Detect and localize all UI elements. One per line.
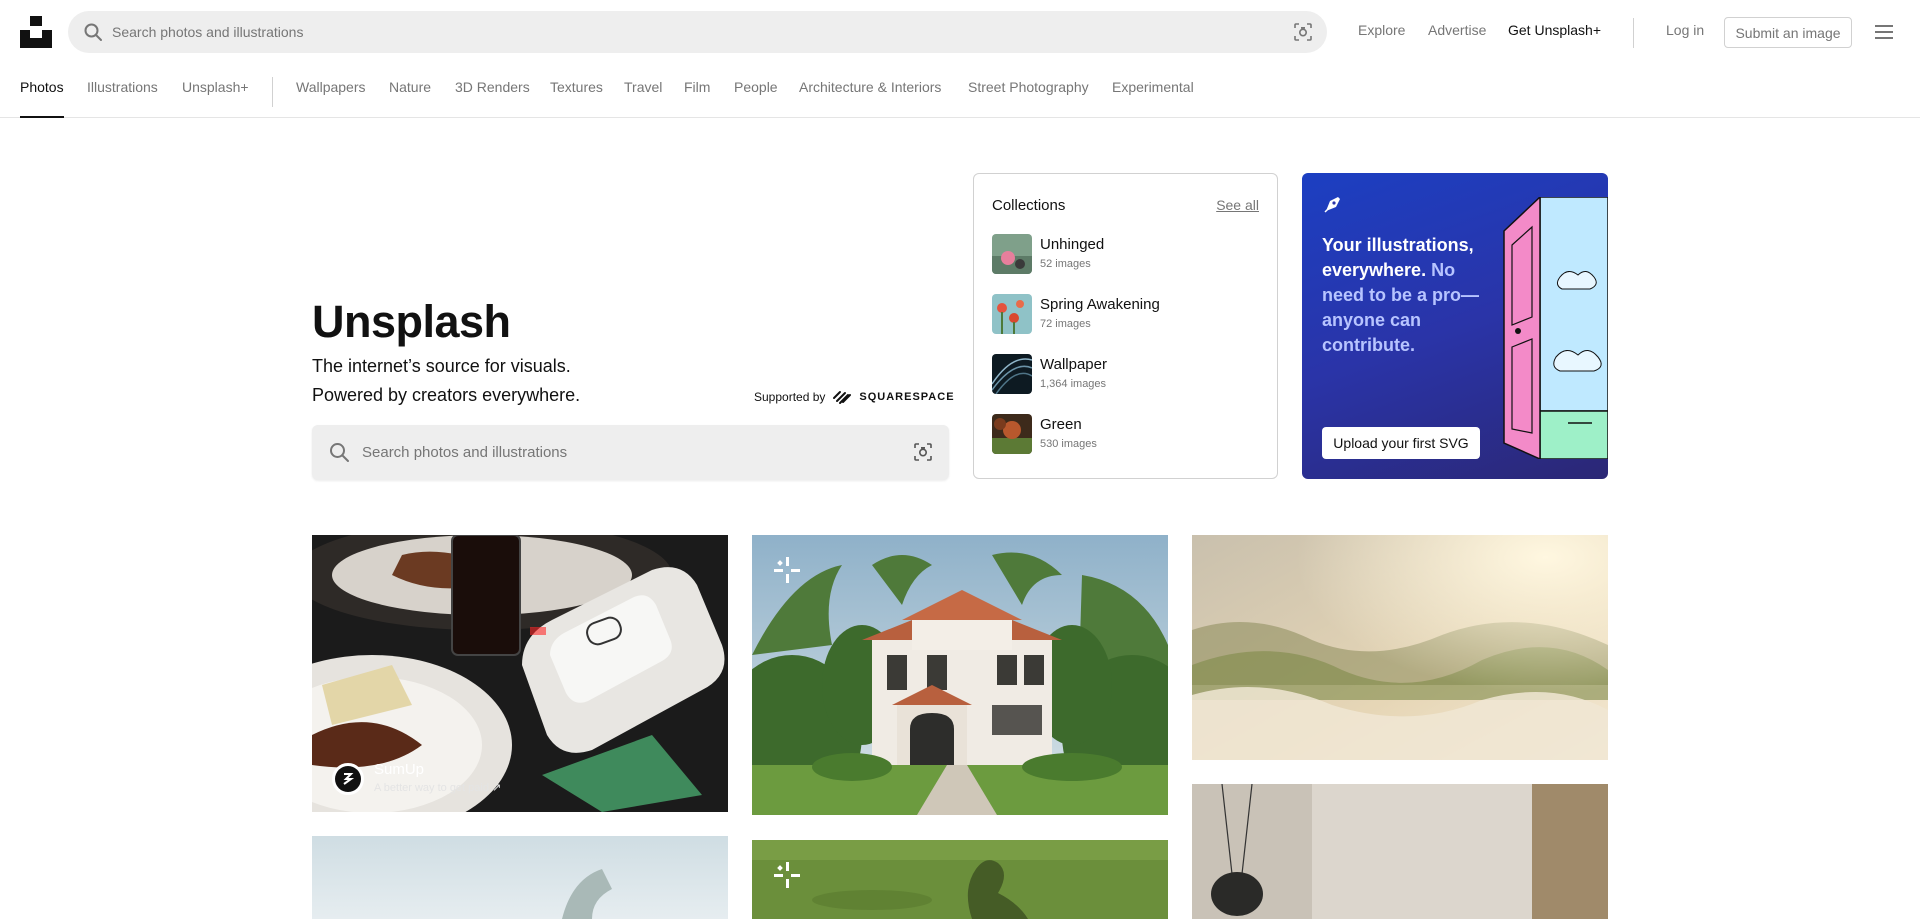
supported-by-label: Supported by — [754, 390, 826, 404]
category-nav: Photos Illustrations Unsplash+ Wallpaper… — [0, 64, 1920, 118]
photo-image — [752, 535, 1168, 815]
photo-image — [752, 840, 1168, 919]
collection-thumbnail — [992, 414, 1032, 454]
door-illustration-icon — [1503, 197, 1608, 459]
unsplash-logo-icon[interactable] — [20, 16, 52, 48]
visual-search-icon[interactable] — [913, 442, 933, 462]
photo-interior-plant[interactable] — [1192, 784, 1608, 919]
sponsor-name[interactable]: SumUp — [374, 761, 424, 778]
search-icon[interactable] — [83, 22, 103, 42]
top-search-bar[interactable] — [68, 11, 1327, 53]
unsplash-plus-icon[interactable] — [772, 555, 802, 585]
collection-item-unhinged[interactable]: Unhinged 52 images — [992, 234, 1262, 276]
photo-image — [1192, 535, 1608, 760]
login-link[interactable]: Log in — [1666, 22, 1704, 38]
nav-get-unsplash-plus-link[interactable]: Get Unsplash+ — [1508, 22, 1601, 38]
photo-image — [1192, 784, 1608, 919]
nav-advertise-link[interactable]: Advertise — [1428, 22, 1486, 38]
submit-image-button[interactable]: Submit an image — [1724, 17, 1852, 48]
collection-count: 52 images — [1040, 258, 1091, 270]
collections-card: Collections See all Unhinged 52 images S… — [973, 173, 1278, 479]
collection-item-green[interactable]: Green 530 images — [992, 414, 1262, 456]
hero-search-bar[interactable] — [312, 425, 949, 480]
top-header: Explore Advertise Get Unsplash+ Log in S… — [0, 0, 1920, 64]
collection-name: Spring Awakening — [1040, 296, 1160, 313]
collection-thumbnail — [992, 234, 1032, 274]
collection-count: 72 images — [1040, 318, 1091, 330]
sumup-logo-icon — [335, 766, 361, 792]
tab-film[interactable]: Film — [684, 79, 710, 118]
nav-explore-link[interactable]: Explore — [1358, 22, 1405, 38]
hero-tagline-line2: Powered by creators everywhere. — [312, 385, 581, 405]
collection-count: 530 images — [1040, 438, 1097, 450]
tab-street-photography[interactable]: Street Photography — [968, 79, 1089, 118]
tab-textures[interactable]: Textures — [550, 79, 603, 118]
collection-name: Wallpaper — [1040, 356, 1107, 373]
squarespace-logo-icon — [833, 391, 852, 404]
top-search-input[interactable] — [112, 11, 1252, 53]
photo-sky[interactable] — [312, 836, 728, 919]
tab-experimental[interactable]: Experimental — [1112, 79, 1194, 118]
photo-image — [312, 836, 728, 919]
collection-name: Green — [1040, 416, 1082, 433]
collections-see-all-link[interactable]: See all — [1216, 197, 1259, 213]
tab-architecture-interiors[interactable]: Architecture & Interiors — [799, 79, 941, 118]
photo-sponsored-sumup[interactable]: SumUp A better way to get paid ↗ — [312, 535, 728, 812]
tab-unsplash-plus[interactable]: Unsplash+ — [182, 79, 249, 118]
collection-item-spring-awakening[interactable]: Spring Awakening 72 images — [992, 294, 1262, 336]
tab-photos[interactable]: Photos — [20, 79, 64, 118]
unsplash-plus-icon[interactable] — [772, 860, 802, 890]
tab-people[interactable]: People — [734, 79, 778, 118]
supported-by[interactable]: Supported by SQUARESPACE — [754, 389, 955, 405]
search-icon[interactable] — [328, 441, 350, 463]
collection-thumbnail — [992, 354, 1032, 394]
tab-travel[interactable]: Travel — [624, 79, 662, 118]
squarespace-wordmark: SQUARESPACE — [859, 391, 955, 403]
photo-grass-shadow[interactable] — [752, 840, 1168, 919]
collection-name: Unhinged — [1040, 236, 1105, 253]
upload-svg-button[interactable]: Upload your first SVG — [1322, 427, 1480, 459]
tab-illustrations[interactable]: Illustrations — [87, 79, 158, 118]
visual-search-icon[interactable] — [1293, 22, 1313, 42]
sponsor-avatar[interactable] — [332, 763, 364, 795]
hero-search-input[interactable] — [362, 425, 882, 480]
header-divider — [1633, 18, 1634, 48]
collection-count: 1,364 images — [1040, 378, 1107, 390]
collection-thumbnail — [992, 294, 1032, 334]
category-divider — [272, 77, 273, 107]
pen-nib-icon — [1324, 197, 1340, 213]
hamburger-menu-icon[interactable] — [1873, 22, 1895, 42]
tab-wallpapers[interactable]: Wallpapers — [296, 79, 366, 118]
promo-text: Your illustrations, everywhere. No need … — [1322, 233, 1487, 358]
sponsor-info[interactable]: SumUp A better way to get paid ↗ — [332, 761, 501, 795]
sponsor-tagline[interactable]: A better way to get paid ↗ — [374, 781, 501, 794]
tab-3d-renders[interactable]: 3D Renders — [455, 79, 530, 118]
illustrations-promo-card: Your illustrations, everywhere. No need … — [1302, 173, 1608, 479]
collections-title: Collections — [992, 197, 1066, 214]
tab-nature[interactable]: Nature — [389, 79, 431, 118]
hero-tagline-line1: The internet’s source for visuals. — [312, 356, 571, 376]
hero-title: Unsplash — [312, 296, 511, 347]
photo-misty-hills[interactable] — [1192, 535, 1608, 760]
photo-villa[interactable] — [752, 535, 1168, 815]
collection-item-wallpaper[interactable]: Wallpaper 1,364 images — [992, 354, 1262, 396]
